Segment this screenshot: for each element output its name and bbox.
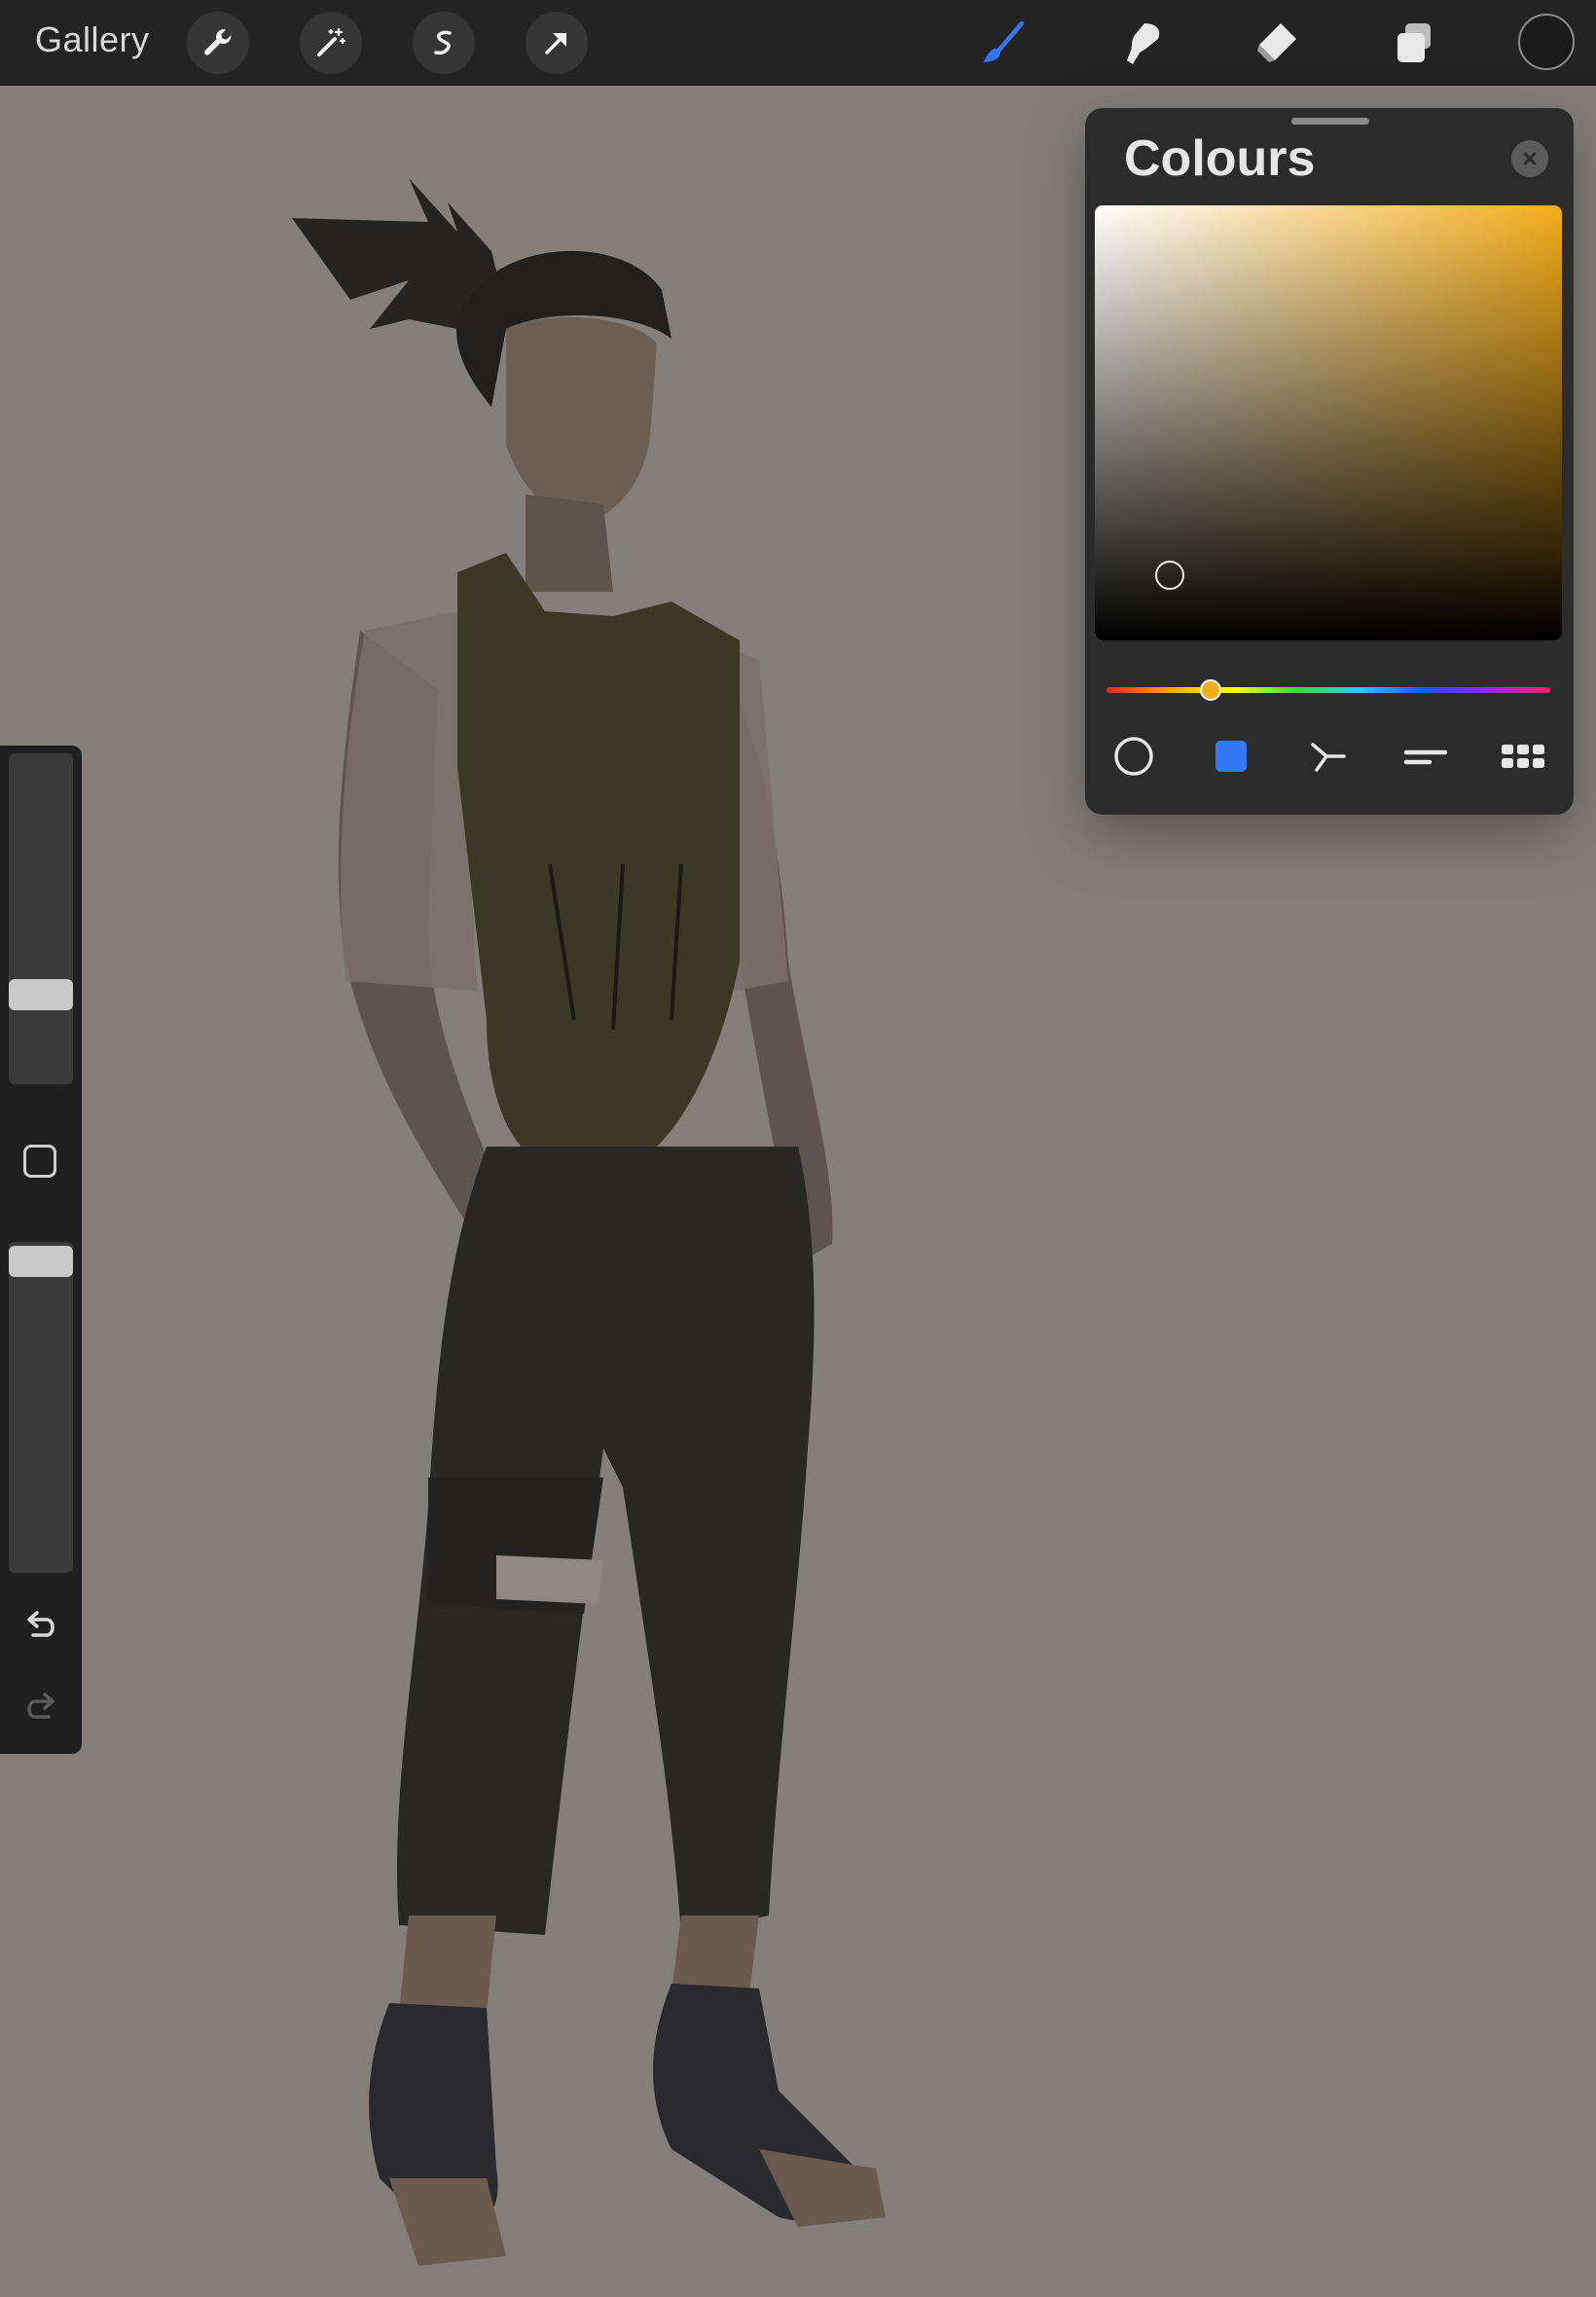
opacity-handle[interactable] — [9, 1246, 73, 1277]
eraser-icon[interactable] — [1246, 12, 1308, 74]
brush-size-handle[interactable] — [9, 979, 73, 1010]
hue-slider[interactable] — [1106, 687, 1550, 693]
color-picker-reticle[interactable] — [1155, 561, 1184, 590]
opacity-slider[interactable] — [9, 1242, 73, 1573]
colours-panel: Colours — [1085, 108, 1574, 815]
panel-title: Colours — [1124, 130, 1316, 187]
palettes-grid-icon[interactable] — [1498, 731, 1548, 782]
layers-icon[interactable] — [1382, 12, 1444, 74]
saturation-brightness-square[interactable] — [1095, 205, 1562, 640]
current-color-swatch[interactable] — [1518, 14, 1575, 70]
gallery-button[interactable]: Gallery — [35, 19, 150, 60]
panel-grabber[interactable] — [1291, 118, 1369, 125]
brush-size-slider[interactable] — [9, 753, 73, 1084]
hue-slider-knob[interactable] — [1200, 679, 1221, 701]
magic-wand-icon[interactable] — [300, 12, 362, 74]
brush-icon[interactable] — [973, 12, 1035, 74]
wrench-icon[interactable] — [187, 12, 249, 74]
smudge-icon[interactable] — [1109, 12, 1172, 74]
redo-icon[interactable] — [18, 1684, 64, 1731]
value-sliders-icon[interactable] — [1400, 731, 1451, 782]
selection-icon[interactable] — [413, 12, 475, 74]
transform-arrow-icon[interactable] — [526, 12, 588, 74]
harmony-icon[interactable] — [1303, 731, 1354, 782]
classic-square-icon[interactable] — [1206, 731, 1256, 782]
disc-icon[interactable] — [1108, 731, 1159, 782]
undo-icon[interactable] — [18, 1602, 64, 1649]
left-sidebar — [0, 746, 82, 1754]
close-button[interactable] — [1511, 140, 1548, 177]
modify-button[interactable] — [23, 1145, 56, 1178]
top-toolbar: Gallery — [0, 0, 1596, 86]
close-icon — [1523, 152, 1537, 165]
